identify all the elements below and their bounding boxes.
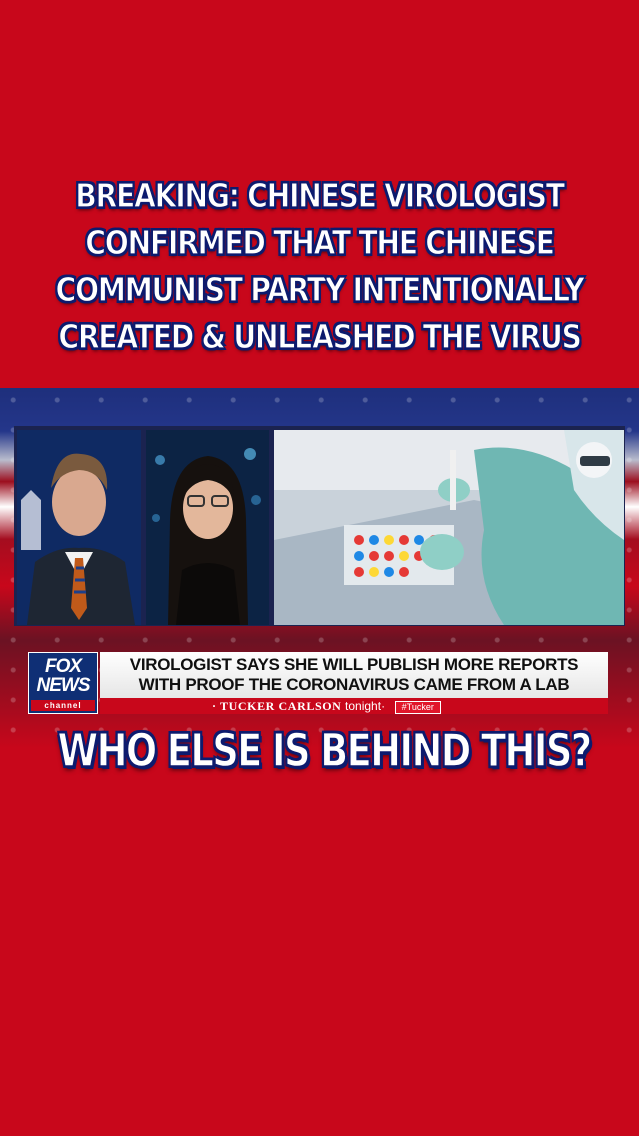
video-screenshot bbox=[14, 426, 625, 626]
logo-channel-text: channel bbox=[31, 700, 95, 711]
news-lower-third: FOX NEWS channel VIROLOGIST SAYS SHE WIL… bbox=[28, 652, 608, 714]
question-headline: WHO ELSE IS BEHIND THIS? bbox=[57, 723, 593, 777]
headline: BREAKING: CHINESE VIROLOGIST CONFIRMED T… bbox=[45, 172, 595, 360]
lab-footage-panel bbox=[274, 430, 624, 625]
ticker-line-1: VIROLOGIST SAYS SHE WILL PUBLISH MORE RE… bbox=[129, 655, 579, 674]
host-figure-illustration bbox=[17, 430, 141, 625]
show-name-bar: · TUCKER CARLSON tonight· #Tucker bbox=[100, 698, 608, 714]
lab-scene-illustration bbox=[274, 430, 624, 625]
guest-panel bbox=[146, 430, 269, 625]
show-hashtag: #Tucker bbox=[394, 701, 441, 714]
host-panel bbox=[17, 430, 141, 625]
headline-line-3: COMMUNIST PARTY INTENTIONALLY bbox=[55, 269, 585, 309]
guest-figure-illustration bbox=[146, 430, 269, 625]
logo-fox-text: FOX bbox=[44, 656, 82, 677]
show-suffix: tonight bbox=[345, 699, 382, 713]
headline-line-1: BREAKING: CHINESE VIROLOGIST bbox=[75, 175, 566, 215]
headline-line-4: CREATED & UNLEASHED THE VIRUS bbox=[58, 316, 583, 356]
fox-news-logo: FOX NEWS channel bbox=[28, 652, 98, 714]
news-ticker: VIROLOGIST SAYS SHE WILL PUBLISH MORE RE… bbox=[100, 652, 608, 698]
show-name: TUCKER CARLSON bbox=[220, 699, 342, 713]
logo-news-text: NEWS bbox=[36, 675, 91, 696]
headline-line-2: CONFIRMED THAT THE CHINESE bbox=[85, 222, 556, 262]
ticker-line-2: WITH PROOF THE CORONAVIRUS CAME FROM A L… bbox=[138, 675, 570, 694]
